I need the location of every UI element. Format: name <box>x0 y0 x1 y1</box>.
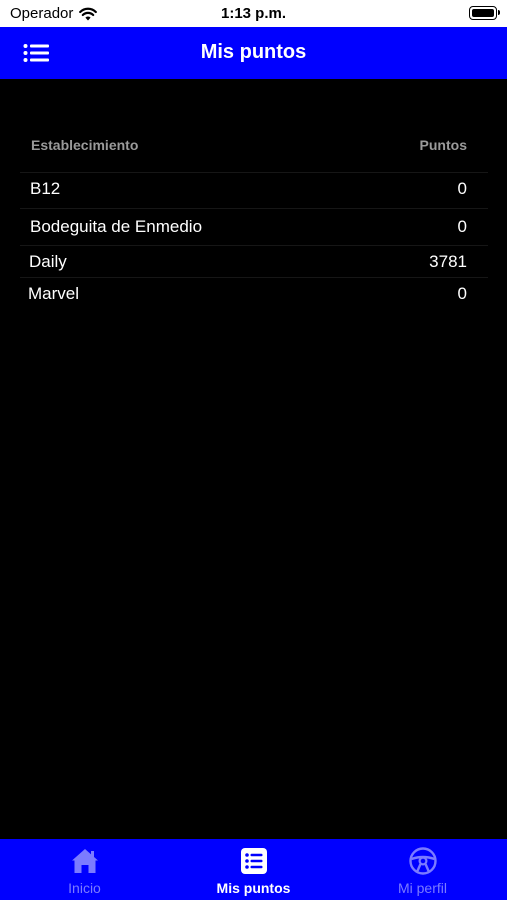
home-icon <box>71 849 98 873</box>
row-points: 3781 <box>429 252 467 271</box>
table-row[interactable]: Marvel 0 <box>20 278 488 308</box>
row-name: Daily <box>29 252 67 271</box>
points-table: Establecimiento Puntos B12 0 Bodeguita d… <box>20 131 488 308</box>
tab-bar: Inicio Mis puntos Mi perfil <box>0 839 507 900</box>
row-points: 0 <box>457 179 467 198</box>
tab-label: Mi perfil <box>397 880 447 896</box>
row-points: 0 <box>457 217 467 236</box>
main-content: Establecimiento Puntos B12 0 Bodeguita d… <box>0 79 507 839</box>
table-row[interactable]: B12 0 <box>20 173 488 209</box>
tab-mi-perfil[interactable]: Mi perfil <box>338 839 507 900</box>
header-points: Puntos <box>419 137 467 153</box>
clock: 1:13 p.m. <box>220 5 287 22</box>
row-points: 0 <box>457 284 467 303</box>
navigation-bar: Mis puntos <box>0 27 507 79</box>
row-name: Bodeguita de Enmedio <box>30 217 203 236</box>
header-establishment: Establecimiento <box>31 137 139 153</box>
tab-label: Mis puntos <box>216 880 291 896</box>
table-row[interactable]: Bodeguita de Enmedio 0 <box>20 209 488 246</box>
tab-inicio[interactable]: Inicio <box>0 839 169 900</box>
page-title: Mis puntos <box>200 41 307 63</box>
row-name: B12 <box>30 179 61 198</box>
row-name: Marvel <box>28 284 80 303</box>
battery-icon <box>469 6 500 20</box>
table-header: Establecimiento Puntos <box>20 131 488 173</box>
tab-mis-puntos[interactable]: Mis puntos <box>169 839 338 900</box>
tab-label: Inicio <box>68 880 101 896</box>
status-bar: Operador 1:13 p.m. <box>0 0 507 27</box>
table-row[interactable]: Daily 3781 <box>20 246 488 278</box>
list-icon <box>240 848 267 874</box>
steering-wheel-icon <box>408 847 437 875</box>
